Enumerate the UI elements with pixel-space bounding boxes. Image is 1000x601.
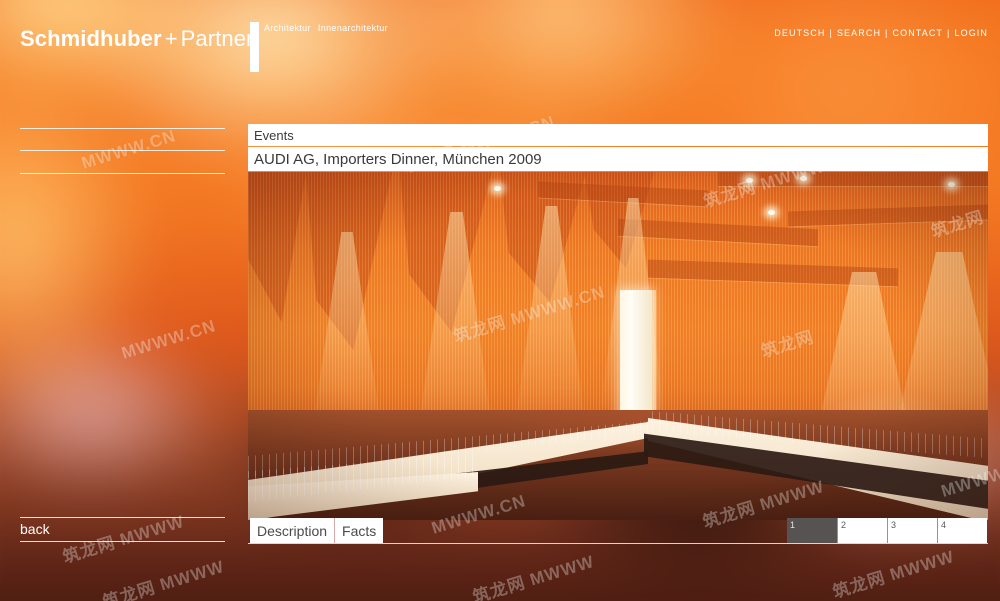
sidebar-divider-3[interactable] <box>20 173 225 174</box>
topnav-item-login[interactable]: LOGIN <box>954 28 988 38</box>
content-tabs[interactable]: Description Facts <box>250 518 384 543</box>
pagination-item-2[interactable]: 2 <box>837 518 887 543</box>
pagination-item-1[interactable]: 1 <box>787 518 837 543</box>
project-photo[interactable] <box>248 172 988 520</box>
logo-partner: Partner <box>180 26 254 51</box>
back-rule-bottom <box>20 541 225 542</box>
site-logo[interactable]: Schmidhuber + Partner <box>20 26 254 52</box>
topnav-separator: | <box>829 28 833 38</box>
site-tagline: Architektur Innenarchitektur <box>264 23 395 33</box>
logo-plus: + <box>164 26 178 51</box>
bottom-rule <box>248 543 988 544</box>
image-pagination[interactable]: 1 2 3 4 <box>787 518 987 543</box>
photo-vignette <box>248 172 988 520</box>
section-label: Events <box>254 128 294 143</box>
topnav-item-deutsch[interactable]: DEUTSCH <box>774 28 825 38</box>
tagline-innenarchitektur: Innenarchitektur <box>317 23 389 33</box>
tab-description[interactable]: Description <box>250 518 334 543</box>
back-link[interactable]: back <box>20 518 225 541</box>
pagination-item-4[interactable]: 4 <box>937 518 987 543</box>
topnav-item-search[interactable]: SEARCH <box>837 28 881 38</box>
topnav-item-contact[interactable]: CONTACT <box>893 28 944 38</box>
logo-name: Schmidhuber <box>20 26 162 51</box>
sidebar-divider-2[interactable] <box>20 150 225 151</box>
page-title: AUDI AG, Importers Dinner, München 2009 <box>254 151 542 168</box>
top-navigation[interactable]: DEUTSCH | SEARCH | CONTACT | LOGIN <box>774 28 988 38</box>
section-bar[interactable]: Events <box>248 124 988 146</box>
topnav-separator: | <box>947 28 951 38</box>
pagination-item-3[interactable]: 3 <box>887 518 937 543</box>
project-title-bar[interactable]: AUDI AG, Importers Dinner, München 2009 <box>248 147 988 171</box>
topnav-separator: | <box>885 28 889 38</box>
tab-facts[interactable]: Facts <box>334 518 383 543</box>
page-root: MWWW.CN 筑龙网 MWWW.CN 筑龙网 MWWW.CN 筑龙网 MWWW.CN 筑… <box>0 0 1000 601</box>
logo-accent-bar <box>250 22 259 72</box>
back-link-block[interactable]: back <box>20 517 225 542</box>
sidebar-divider-1[interactable] <box>20 128 225 129</box>
tagline-architektur: Architektur <box>264 23 311 33</box>
